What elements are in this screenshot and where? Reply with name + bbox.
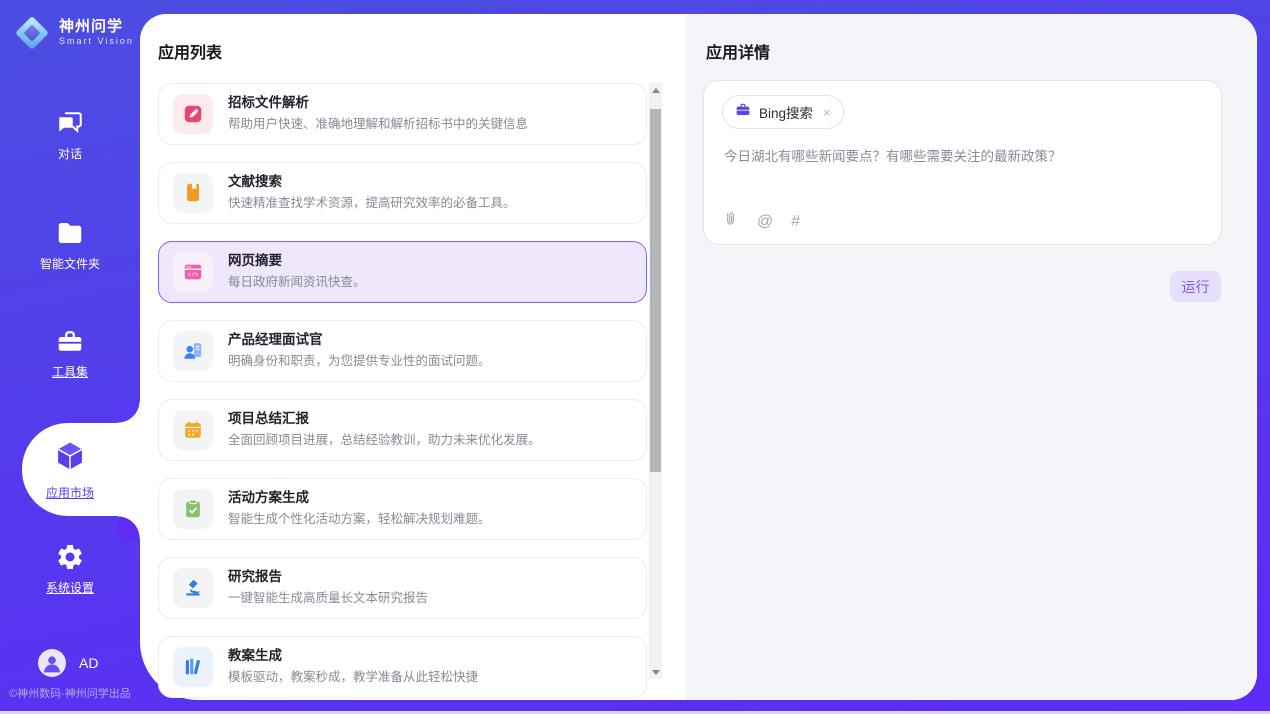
content-panel: 应用列表 招标文件解析 帮助用户快速、准确地理解和解析招标书中的关键信息 — [140, 14, 1257, 700]
tool-chip-bing-search[interactable]: Bing搜索 × — [722, 95, 844, 129]
app-card-subtitle: 智能生成个性化活动方案，轻松解决规划难题。 — [228, 512, 491, 527]
book-icon — [173, 173, 213, 213]
app-card-title: 研究报告 — [228, 570, 428, 584]
hash-icon[interactable]: # — [791, 214, 800, 230]
input-toolbar: @ # — [722, 211, 800, 233]
app-card-subtitle: 模板驱动，教案秒成，教学准备从此轻松快捷 — [228, 670, 478, 685]
cube-icon — [53, 439, 87, 478]
scroll-down-icon[interactable] — [649, 665, 662, 679]
app-card-title: 产品经理面试官 — [228, 333, 491, 347]
app-card-event-plan[interactable]: 活动方案生成 智能生成个性化活动方案，轻松解决规划难题。 — [158, 478, 647, 540]
app-card-title: 教案生成 — [228, 649, 478, 663]
app-card-pm-interviewer[interactable]: 产品经理面试官 明确身份和职责，为您提供专业性的面试问题。 — [158, 320, 647, 382]
sidebar-item-toolset[interactable]: 工具集 — [0, 326, 140, 380]
app-card-subtitle: 每日政府新闻资讯快查。 — [228, 275, 366, 290]
run-button[interactable]: 运行 — [1170, 271, 1221, 302]
brand-name: 神州问学 — [59, 19, 134, 35]
app-list-title: 应用列表 — [158, 39, 222, 63]
sidebar: 神州问学 Smart Vision 对话 智能文件夹 — [0, 0, 140, 711]
sidebar-item-app-market[interactable]: 应用市场 — [22, 423, 140, 516]
brand-tagline: Smart Vision — [59, 37, 134, 46]
microscope-icon — [173, 568, 213, 608]
app-detail-panel: 应用详情 Bing搜索 × 今日湖北有哪些新闻要点？有哪些需要关注的最新政策？ — [686, 14, 1257, 700]
sidebar-item-settings[interactable]: 系统设置 — [0, 542, 140, 596]
calendar-icon — [173, 410, 213, 450]
scrollbar-thumb[interactable] — [650, 109, 661, 472]
app-list-scrollbar[interactable] — [649, 83, 662, 679]
app-card-literature-search[interactable]: 文献搜索 快速精准查找学术资源，提高研究效率的必备工具。 — [158, 162, 647, 224]
user-profile[interactable]: AD — [38, 649, 98, 677]
at-icon[interactable]: @ — [757, 214, 773, 230]
app-card-web-summary[interactable]: </> 网页摘要 每日政府新闻资讯快查。 — [158, 241, 647, 303]
folder-icon — [0, 218, 140, 248]
app-card-subtitle: 帮助用户快速、准确地理解和解析招标书中的关键信息 — [228, 117, 528, 132]
app-card-subtitle: 全面回顾项目进展，总结经验教训，助力未来优化发展。 — [228, 433, 541, 448]
app-card-subtitle: 一键智能生成高质量长文本研究报告 — [228, 591, 428, 606]
sidebar-item-label: 系统设置 — [0, 579, 140, 596]
svg-text:</>: </> — [188, 271, 199, 278]
app-card-subtitle: 快速精准查找学术资源，提高研究效率的必备工具。 — [228, 196, 516, 211]
app-card-title: 网页摘要 — [228, 254, 366, 268]
prompt-card: Bing搜索 × 今日湖北有哪些新闻要点？有哪些需要关注的最新政策？ @ # — [703, 80, 1222, 245]
sidebar-item-label: 应用市场 — [46, 484, 94, 501]
web-code-icon: </> — [173, 252, 213, 292]
app-card-title: 招标文件解析 — [228, 96, 528, 110]
query-input[interactable]: 今日湖北有哪些新闻要点？有哪些需要关注的最新政策？ — [724, 147, 1201, 167]
app-list: 招标文件解析 帮助用户快速、准确地理解和解析招标书中的关键信息 文献搜索 快速精… — [158, 83, 647, 714]
sidebar-item-label: 工具集 — [0, 363, 140, 380]
scroll-up-icon[interactable] — [649, 83, 662, 97]
app-card-lesson-plan[interactable]: 教案生成 模板驱动，教案秒成，教学准备从此轻松快捷 — [158, 636, 647, 698]
brand-logo: 神州问学 Smart Vision — [13, 14, 134, 52]
app-card-subtitle: 明确身份和职责，为您提供专业性的面试问题。 — [228, 354, 491, 369]
avatar — [38, 649, 66, 677]
interviewer-icon — [173, 331, 213, 371]
brand-logo-icon — [13, 14, 51, 52]
paperclip-icon[interactable] — [722, 211, 739, 233]
toolbox-icon — [0, 326, 140, 356]
app-card-title: 活动方案生成 — [228, 491, 491, 505]
app-card-bid-parse[interactable]: 招标文件解析 帮助用户快速、准确地理解和解析招标书中的关键信息 — [158, 83, 647, 145]
chat-icon — [0, 108, 140, 138]
app-detail-title: 应用详情 — [706, 39, 770, 63]
app-window: 神州问学 Smart Vision 对话 智能文件夹 — [0, 0, 1270, 714]
sidebar-item-chat[interactable]: 对话 — [0, 108, 140, 162]
clipboard-check-icon — [173, 489, 213, 529]
edit-doc-icon — [173, 94, 213, 134]
app-card-project-summary[interactable]: 项目总结汇报 全面回顾项目进展，总结经验教训，助力未来优化发展。 — [158, 399, 647, 461]
app-card-title: 项目总结汇报 — [228, 412, 541, 426]
user-initials: AD — [79, 655, 98, 671]
sidebar-item-label: 对话 — [0, 145, 140, 162]
close-icon[interactable]: × — [823, 105, 831, 120]
sidebar-item-label: 智能文件夹 — [0, 255, 140, 272]
briefcase-icon — [735, 102, 751, 123]
copyright-footer: ©神州数码·神州问学出品 — [9, 685, 131, 701]
app-card-research-report[interactable]: 研究报告 一键智能生成高质量长文本研究报告 — [158, 557, 647, 619]
tool-chip-label: Bing搜索 — [759, 102, 813, 122]
app-card-title: 文献搜索 — [228, 175, 516, 189]
books-icon — [173, 647, 213, 687]
gear-icon — [0, 542, 140, 572]
sidebar-item-smart-folder[interactable]: 智能文件夹 — [0, 218, 140, 272]
